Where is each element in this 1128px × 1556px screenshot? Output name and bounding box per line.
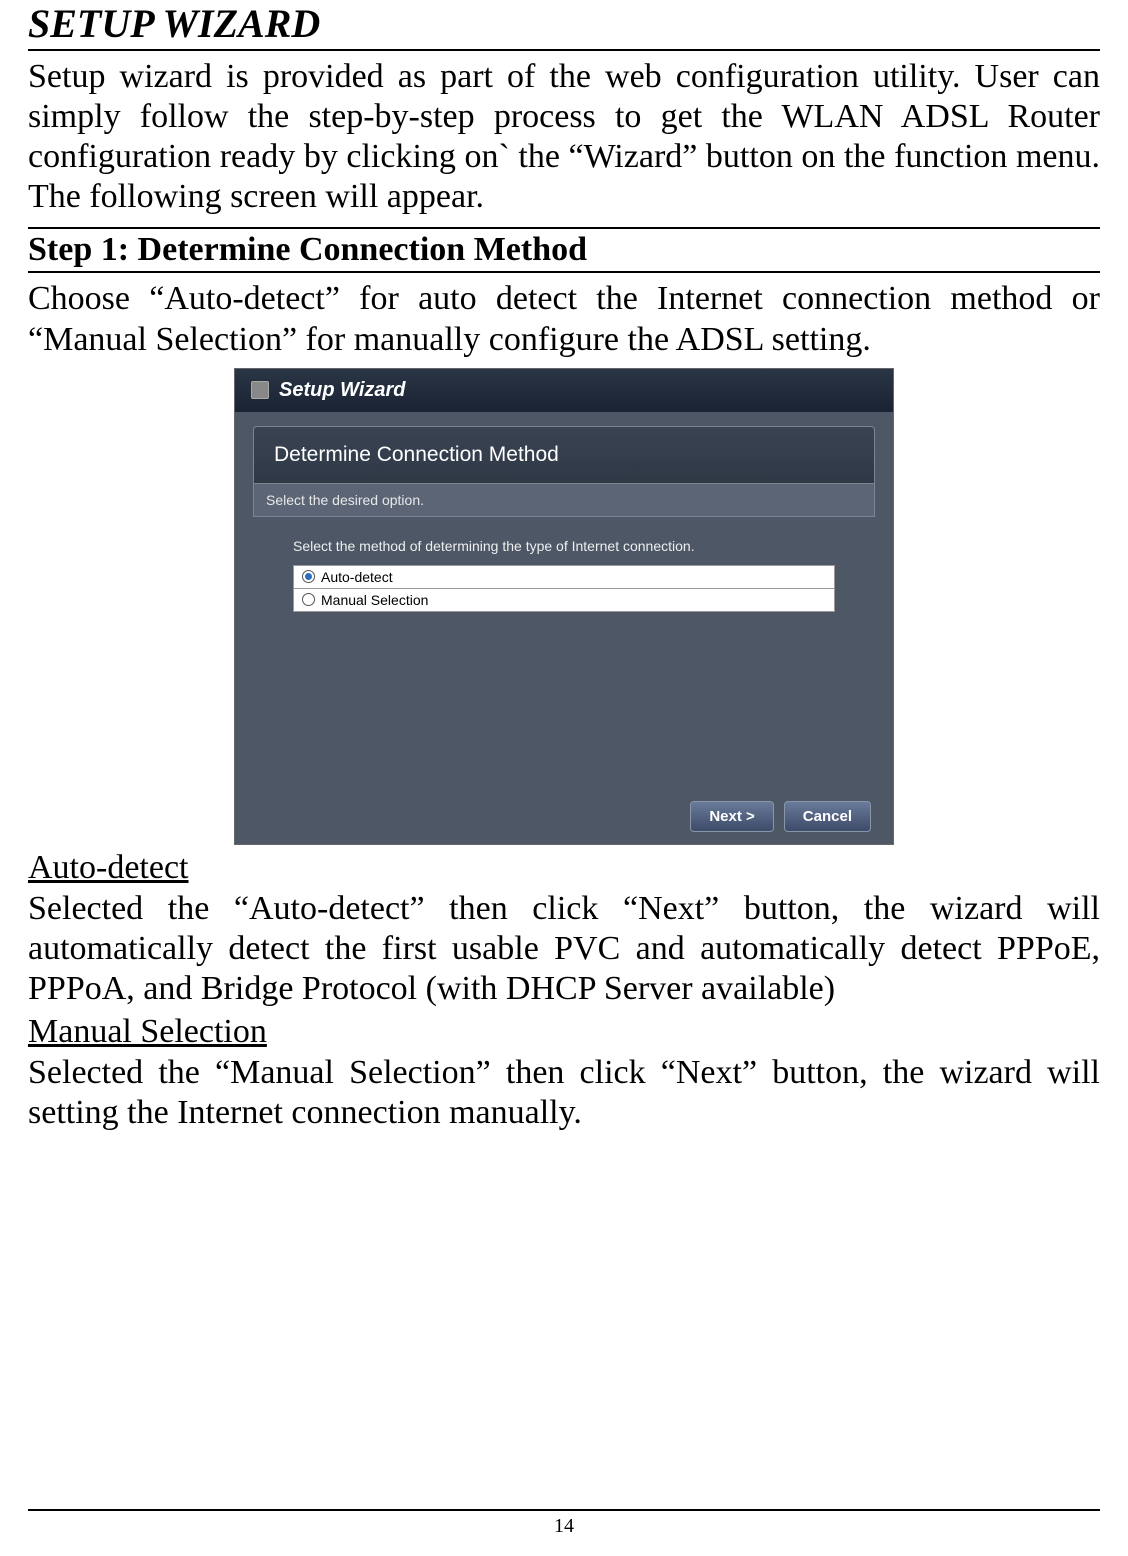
wizard-prompt: Select the method of determining the typ… — [293, 537, 835, 555]
step-heading: Step 1: Determine Connection Method — [28, 227, 1100, 273]
wizard-footer: Next > Cancel — [253, 793, 875, 834]
step-description: Choose “Auto-detect” for auto detect the… — [28, 279, 1100, 359]
page-footer: 14 — [28, 1509, 1100, 1538]
radio-label: Auto-detect — [321, 569, 393, 585]
wizard-title: Setup Wizard — [279, 379, 406, 402]
setup-wizard-dialog: Setup Wizard Determine Connection Method… — [234, 368, 894, 845]
radio-auto-detect[interactable]: Auto-detect — [293, 565, 835, 589]
intro-paragraph: Setup wizard is provided as part of the … — [28, 57, 1100, 217]
manual-selection-text: Selected the “Manual Selection” then cli… — [28, 1053, 1100, 1133]
radio-icon — [302, 593, 315, 606]
auto-detect-text: Selected the “Auto-detect” then click “N… — [28, 889, 1100, 1009]
wizard-panel-title: Determine Connection Method — [253, 426, 875, 484]
page-number: 14 — [554, 1515, 574, 1537]
radio-icon — [302, 570, 315, 583]
wizard-body: Determine Connection Method Select the d… — [235, 412, 893, 844]
wizard-subtitle: Select the desired option. — [253, 484, 875, 517]
cancel-button[interactable]: Cancel — [784, 801, 871, 832]
next-button[interactable]: Next > — [690, 801, 773, 832]
wizard-content: Select the method of determining the typ… — [253, 517, 875, 793]
auto-detect-heading: Auto-detect — [28, 849, 1100, 887]
gear-icon — [251, 381, 269, 399]
radio-manual-selection[interactable]: Manual Selection — [293, 589, 835, 612]
radio-label: Manual Selection — [321, 592, 428, 608]
wizard-screenshot: Setup Wizard Determine Connection Method… — [28, 368, 1100, 845]
wizard-titlebar: Setup Wizard — [235, 369, 893, 412]
page-title: SETUP WIZARD — [28, 0, 1100, 51]
manual-selection-heading: Manual Selection — [28, 1013, 1100, 1051]
